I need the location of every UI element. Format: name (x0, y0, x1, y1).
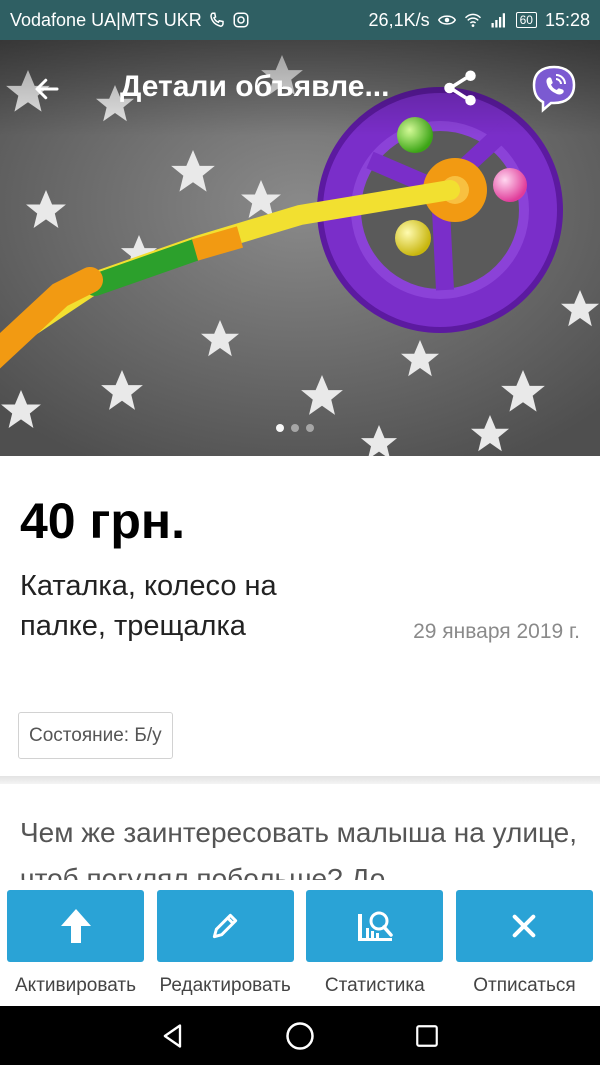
nav-home-button[interactable] (280, 1016, 320, 1056)
pager-dot (306, 424, 314, 432)
unsubscribe-label: Отписаться (473, 975, 576, 996)
statistics-action[interactable]: Статистика (306, 890, 444, 1006)
battery-level: 60 (519, 13, 533, 27)
listing-details: 40 грн. Каталка, колесо на палке, трещал… (0, 456, 600, 778)
action-bar: Активировать Редактировать Статистика От… (0, 880, 600, 1006)
listing-date: 29 января 2019 г. (413, 620, 580, 643)
pencil-icon (213, 913, 238, 939)
instagram-icon (233, 12, 249, 28)
share-button[interactable] (436, 62, 484, 114)
triangle-back-icon (163, 1023, 182, 1048)
share-icon (444, 70, 476, 106)
page-title: Детали объявле... (120, 70, 390, 103)
pager-dot (276, 424, 284, 432)
condition-chip: Состояние: Б/у (18, 712, 173, 759)
arrow-left-icon (35, 78, 59, 100)
signal-icon (491, 13, 505, 28)
status-bar: Vodafone UA|MTS UKR 26,1K/s 60 15:28 (0, 0, 600, 40)
circle-home-icon (286, 1021, 314, 1050)
edit-button[interactable] (156, 890, 294, 962)
net-speed-text: 26,1K/s (368, 9, 430, 30)
statistics-label: Статистика (324, 975, 425, 996)
gallery-pager (276, 424, 314, 432)
statistics-icon (357, 911, 393, 941)
edit-action[interactable]: Редактировать (156, 890, 294, 1006)
activate-button[interactable] (7, 890, 144, 962)
edit-label: Редактировать (159, 975, 291, 996)
arrow-up-icon (60, 909, 91, 943)
price: 40 грн. (20, 493, 185, 549)
activate-action[interactable]: Активировать (7, 890, 144, 1006)
nav-recents-button[interactable] (407, 1016, 447, 1056)
unsubscribe-action[interactable]: Отписаться (455, 890, 593, 1006)
time-text: 15:28 (544, 9, 590, 30)
statistics-button[interactable] (306, 890, 444, 962)
top-toolbar: Детали объявле... (0, 40, 600, 136)
back-button[interactable] (22, 64, 72, 114)
section-divider (0, 776, 600, 784)
listing-title: Каталка, колесо на палке, трещалка (20, 570, 277, 642)
carrier-text: Vodafone UA|MTS UKR (10, 9, 202, 30)
pager-dot (291, 424, 299, 432)
battery-icon: 60 (515, 12, 537, 28)
system-nav-bar (0, 1006, 600, 1065)
listing-description[interactable]: Чем же заинтересовать малыша на улице, ч… (20, 810, 580, 890)
wifi-icon (464, 13, 481, 27)
square-recents-icon (415, 1024, 438, 1047)
nav-back-button[interactable] (153, 1016, 193, 1056)
phone-call-icon (210, 12, 224, 27)
eye-icon (437, 15, 456, 25)
unsubscribe-button[interactable] (455, 890, 593, 962)
viber-button[interactable] (526, 60, 582, 116)
viber-icon (532, 65, 576, 113)
activate-label: Активировать (15, 975, 136, 996)
close-icon (513, 914, 536, 938)
